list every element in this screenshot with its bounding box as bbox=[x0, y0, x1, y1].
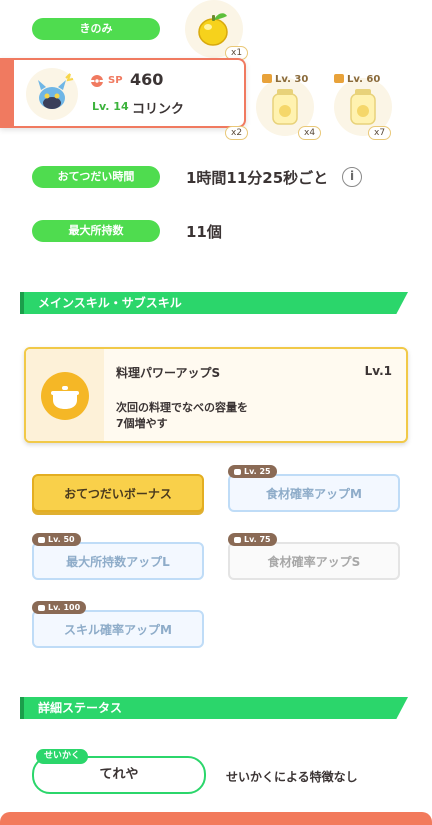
ingredient-1-qty: x4 bbox=[298, 126, 322, 140]
ingredient-1-level: Lv. 30 bbox=[262, 74, 308, 85]
sub-skill-helping-bonus[interactable]: おてつだいボーナス bbox=[32, 474, 204, 512]
ingredient-2-qty: x7 bbox=[368, 126, 392, 140]
sp-label: SP bbox=[108, 75, 123, 86]
max-carry-value: 11個 bbox=[186, 223, 222, 241]
section-mark bbox=[20, 697, 24, 719]
lock-icon bbox=[38, 537, 45, 543]
lock-icon bbox=[234, 469, 241, 475]
main-skill-card[interactable]: 料理パワーアップS Lv.1 次回の料理でなべの容量を 7個増やす bbox=[24, 347, 408, 443]
pokemon-card[interactable]: SP 460 Lv. 14 コリンク bbox=[0, 58, 246, 128]
pokemon-level: Lv. 14 bbox=[92, 100, 129, 113]
lock-icon bbox=[334, 74, 344, 83]
sub-skill-lock-badge-75: Lv. 75 bbox=[228, 533, 277, 546]
ingredient-2-level: Lv. 60 bbox=[334, 74, 380, 85]
main-skill-level: Lv.1 bbox=[364, 364, 392, 378]
sub-skill-ingredient-finder-m[interactable]: 食材確率アップM bbox=[228, 474, 400, 512]
shinx-icon bbox=[38, 73, 74, 109]
sub-skill-lock-badge-50: Lv. 50 bbox=[32, 533, 81, 546]
detail-section-header: 詳細ステータス bbox=[20, 697, 408, 719]
sub-skill-skill-trigger-m[interactable]: スキル確率アップM bbox=[32, 610, 204, 648]
sub-skill-lock-badge-25: Lv. 25 bbox=[228, 465, 277, 478]
lock-icon bbox=[38, 605, 45, 611]
bottom-panel-edge bbox=[0, 812, 432, 825]
lock-icon bbox=[234, 537, 241, 543]
max-carry-label: 最大所持数 bbox=[32, 220, 160, 242]
cooking-pot-icon bbox=[41, 372, 89, 420]
sp-icon bbox=[91, 75, 103, 87]
skills-section-title: メインスキル・サブスキル bbox=[38, 296, 182, 310]
lock-icon bbox=[262, 74, 272, 83]
main-skill-description: 次回の料理でなべの容量を 7個増やす bbox=[116, 401, 248, 430]
sub-skill-ingredient-finder-s[interactable]: 食材確率アップS bbox=[228, 542, 400, 580]
main-skill-name: 料理パワーアップS bbox=[116, 366, 221, 380]
main-skill-icon-panel bbox=[26, 349, 104, 441]
pokemon-portrait bbox=[26, 68, 78, 120]
section-mark bbox=[20, 292, 24, 314]
sub-skill-lock-badge-100: Lv. 100 bbox=[32, 601, 87, 614]
help-time-label: おてつだい時間 bbox=[32, 166, 160, 188]
nature-tag: せいかく bbox=[36, 749, 89, 764]
detail-section-title: 詳細ステータス bbox=[38, 701, 123, 715]
pokemon-qty: x2 bbox=[225, 126, 249, 140]
card-accent bbox=[0, 58, 14, 128]
sub-skill-inventory-up-l[interactable]: 最大所持数アップL bbox=[32, 542, 204, 580]
berry-label: きのみ bbox=[32, 18, 160, 40]
pokemon-name: コリンク bbox=[132, 102, 185, 117]
nature-effect: せいかくによる特徴なし bbox=[226, 770, 358, 784]
sp-value: 460 bbox=[130, 70, 164, 89]
skills-section-header: メインスキル・サブスキル bbox=[20, 292, 408, 314]
info-icon[interactable]: i bbox=[342, 167, 362, 187]
help-time-value: 1時間11分25秒ごと bbox=[186, 169, 329, 187]
